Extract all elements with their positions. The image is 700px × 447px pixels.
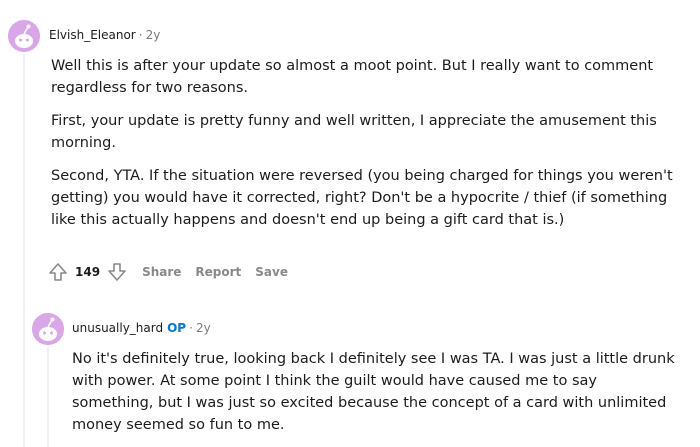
author-link[interactable]: Elvish_Eleanor — [49, 28, 136, 42]
share-button[interactable]: Share — [142, 265, 181, 279]
save-button[interactable]: Save — [255, 265, 288, 279]
comment-meta: unusually_hard OP · 2y — [72, 320, 211, 336]
snoo-avatar-icon[interactable] — [8, 20, 40, 52]
vote-score: 149 — [75, 265, 101, 279]
snoo-avatar-icon[interactable] — [32, 313, 64, 345]
separator-dot: · — [189, 321, 193, 335]
comment-paragraph: No it's definitely true, looking back I … — [72, 351, 675, 433]
comment-paragraph: Second, YTA. If the situation were rever… — [51, 168, 673, 228]
comment-body: Well this is after your update so almost… — [51, 55, 681, 242]
comment-paragraph: Well this is after your update so almost… — [51, 58, 654, 96]
author-link[interactable]: unusually_hard — [72, 321, 163, 335]
comment-body: No it's definitely true, looking back I … — [72, 348, 682, 447]
comment-meta: Elvish_Eleanor · 2y — [49, 27, 160, 43]
thread-line-reply[interactable] — [47, 348, 49, 447]
report-button[interactable]: Report — [195, 265, 241, 279]
comment-paragraph: First, your update is pretty funny and w… — [51, 113, 657, 151]
timestamp[interactable]: 2y — [146, 28, 161, 42]
separator-dot: · — [138, 28, 143, 42]
upvote-arrow-icon[interactable] — [47, 261, 69, 283]
thread-line[interactable] — [23, 54, 25, 447]
op-badge: OP — [167, 321, 187, 335]
comment-actions: 149 Share Report Save — [47, 261, 288, 283]
timestamp[interactable]: 2y — [196, 321, 211, 335]
downvote-arrow-icon[interactable] — [106, 261, 128, 283]
